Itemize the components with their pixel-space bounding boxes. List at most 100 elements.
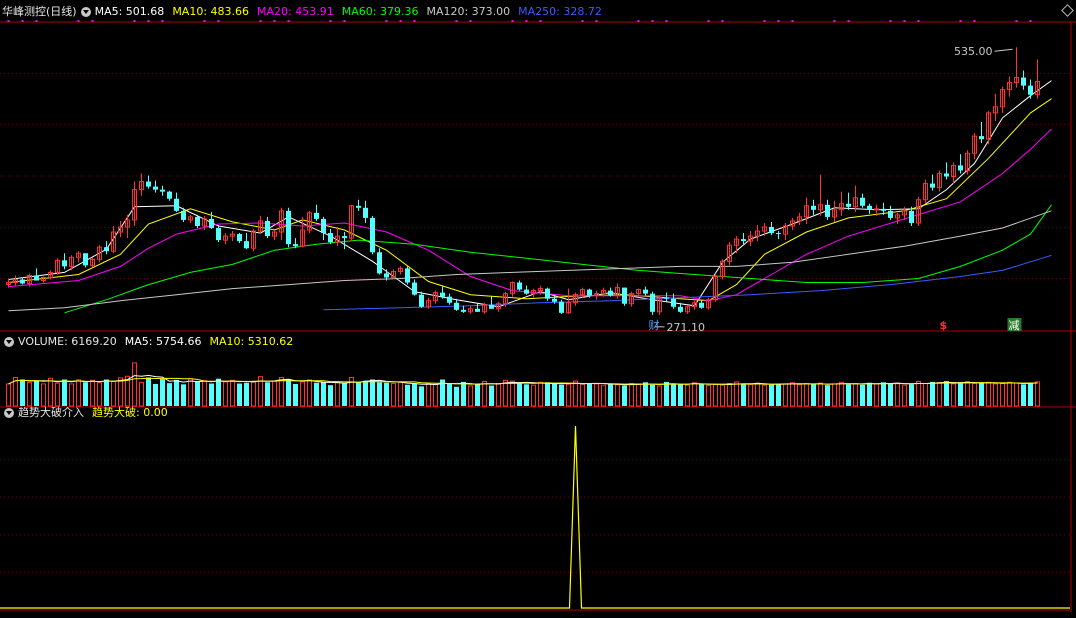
candle-body — [888, 210, 893, 218]
volume-bar — [1014, 382, 1019, 407]
volume-bar — [181, 384, 186, 406]
volume-bar — [720, 384, 725, 407]
volume-bar — [804, 383, 809, 407]
volume-label: VOLUME: 6169.20 — [18, 335, 117, 348]
candle-body — [286, 210, 291, 245]
volume-bar — [405, 384, 410, 406]
volume-bar — [818, 382, 823, 407]
volume-bar — [622, 385, 627, 406]
event-dot — [833, 20, 836, 22]
volume-bar — [314, 382, 319, 406]
volume-bar — [776, 383, 781, 406]
volume-bar — [454, 386, 459, 406]
volume-bar — [888, 383, 893, 406]
volume-bar — [216, 378, 221, 406]
volume-bar — [139, 381, 144, 407]
volume-bar — [874, 383, 879, 407]
candle-body — [167, 191, 172, 199]
volume-bar — [482, 381, 487, 407]
volume-bar — [62, 379, 67, 406]
volume-bar — [279, 376, 284, 407]
candle-body — [160, 189, 165, 192]
volume-bar — [104, 379, 109, 406]
candle-body — [34, 275, 39, 281]
event-dot — [721, 20, 724, 22]
candle-body — [244, 241, 249, 249]
event-dot — [343, 20, 346, 22]
volume-toggle-icon[interactable] — [4, 337, 14, 347]
candle-body — [664, 297, 669, 299]
event-dot — [525, 20, 528, 22]
volume-bar — [153, 383, 158, 406]
candle-body — [370, 217, 375, 253]
volume-bar — [412, 383, 417, 406]
candle-body — [643, 289, 648, 294]
volume-ma10-label: MA10: 5310.62 — [209, 335, 294, 348]
volume-bar — [615, 384, 620, 407]
candle-body — [1021, 77, 1026, 86]
candle-body — [181, 210, 186, 220]
volume-bar — [398, 381, 403, 407]
volume-bar — [363, 380, 368, 406]
volume-bar — [419, 386, 424, 406]
candle-body — [174, 198, 179, 211]
candle-body — [356, 205, 361, 208]
indicator-toggle-icon[interactable] — [4, 408, 14, 418]
candle-body — [489, 304, 494, 309]
indicator-line — [0, 425, 1070, 609]
volume-bar — [979, 383, 984, 406]
candle-body — [587, 289, 592, 296]
candle-body — [419, 294, 424, 307]
event-dot — [581, 20, 584, 22]
volume-bar — [202, 380, 207, 407]
event-dot — [903, 20, 906, 22]
volume-bar — [916, 381, 921, 407]
candle-body — [608, 290, 613, 296]
volume-bar — [867, 382, 872, 406]
volume-bar — [538, 381, 543, 407]
candle-body — [209, 218, 214, 229]
event-dot — [469, 20, 472, 22]
candle-body — [552, 298, 557, 302]
volume-bar — [566, 383, 571, 407]
event-dot — [539, 20, 542, 22]
volume-bar — [657, 385, 662, 407]
event-dot — [329, 20, 332, 22]
candle-body — [62, 260, 67, 267]
candle-body — [881, 208, 886, 211]
volume-bar — [769, 384, 774, 406]
volume-bar — [783, 383, 788, 407]
candle-body — [377, 252, 382, 274]
event-dot — [1029, 20, 1032, 22]
volume-bar — [713, 383, 718, 407]
volume-bar — [132, 362, 137, 407]
volume-bar — [370, 379, 375, 406]
volume-bar — [895, 382, 900, 407]
volume-bar — [797, 384, 802, 407]
event-dot — [399, 20, 402, 22]
volume-bar — [503, 379, 508, 407]
event-dot — [847, 20, 850, 22]
volume-bar — [762, 384, 767, 407]
volume-bar — [636, 383, 641, 407]
ma10-line — [8, 98, 1052, 302]
volume-legend: VOLUME: 6169.20 MA5: 5754.66 MA10: 5310.… — [0, 334, 301, 350]
volume-bar — [307, 379, 312, 407]
volume-bar — [76, 379, 81, 407]
event-dot — [455, 20, 458, 22]
event-dot — [161, 20, 164, 22]
event-dot — [1015, 20, 1018, 22]
volume-bar — [244, 382, 249, 406]
volume-bar — [573, 380, 578, 407]
indicator-legend: 趋势大破介入 趋势大破: 0.00 — [0, 405, 176, 421]
volume-bar — [860, 384, 865, 406]
volume-bar — [650, 384, 655, 406]
price-toggle-icon[interactable] — [80, 7, 91, 17]
candle-body — [440, 292, 445, 297]
volume-bar — [643, 382, 648, 406]
marker-jian: 减 — [1009, 319, 1020, 332]
volume-bar — [111, 381, 116, 407]
candle-body — [930, 183, 935, 188]
candle-body — [314, 212, 319, 219]
volume-bar — [727, 383, 732, 407]
